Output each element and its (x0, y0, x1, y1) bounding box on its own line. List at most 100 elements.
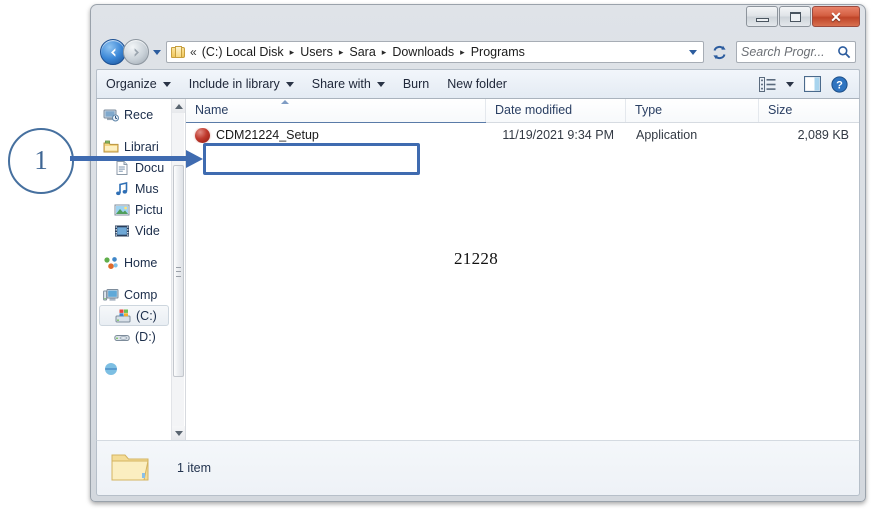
chevron-down-icon (376, 81, 385, 87)
breadcrumb-item-3[interactable]: Downloads (390, 45, 456, 59)
pictures-icon (114, 202, 130, 218)
file-date-cell: 11/19/2021 9:34 PM (502, 128, 614, 142)
toolbar-include-in-library-button[interactable]: Include in library (180, 74, 303, 94)
breadcrumb-item-4[interactable]: Programs (469, 45, 527, 59)
column-header-label: Type (635, 103, 663, 117)
music-icon (114, 181, 130, 197)
column-headers: Name Date modified Type Size (186, 99, 859, 123)
sidebar-item-videos[interactable]: Vide (97, 220, 171, 241)
breadcrumb-separator-icon: ▸ (460, 46, 465, 57)
column-header-date-modified[interactable]: Date modified (486, 99, 626, 122)
search-input[interactable]: Search Progr... (736, 41, 856, 63)
chevron-down-icon (285, 81, 294, 87)
toolbar-organize-button[interactable]: Organize (97, 74, 180, 94)
close-button[interactable]: ✕ (812, 6, 860, 27)
breadcrumb-separator-icon: ▸ (289, 46, 295, 57)
sidebar-item-pictures[interactable]: Pictu (97, 199, 171, 220)
sidebar-item-local-disk-c[interactable]: (C:) (99, 305, 169, 326)
column-header-label: Name (195, 103, 229, 117)
address-bar[interactable]: « (C:) Local Disk ▸ Users ▸ Sara ▸ Downl… (166, 41, 704, 63)
search-icon (838, 46, 851, 59)
annotation-arrow (70, 150, 203, 168)
scrollbar-grip-icon (176, 267, 181, 277)
column-header-size[interactable]: Size (759, 99, 859, 122)
toolbar-item-label: Include in library (188, 77, 280, 91)
whiteout-patch (480, 183, 528, 207)
file-name-label: CDM21224_Setup (216, 128, 319, 142)
scrollbar-thumb[interactable] (173, 165, 184, 377)
sidebar-item-label: Rece (124, 107, 154, 122)
maximize-button[interactable] (779, 6, 811, 27)
title-bar[interactable]: ✕ (96, 5, 860, 35)
folder-icon (109, 449, 151, 485)
folder-icon (171, 45, 186, 59)
status-text: 1 item (177, 461, 212, 475)
recent-places-icon (103, 107, 119, 123)
toolbar-share-with-button[interactable]: Share with (303, 74, 394, 94)
sidebar-item-label: Vide (135, 223, 160, 238)
chevron-up-icon (174, 103, 183, 109)
search-placeholder: Search Progr... (741, 45, 825, 59)
dvd-drive-icon (114, 329, 130, 345)
address-dropdown-button[interactable] (685, 42, 701, 62)
forward-button[interactable] (123, 39, 149, 65)
column-header-label: Date modified (495, 103, 573, 117)
toolbar: Organize Include in library Share with B… (96, 69, 860, 99)
change-view-button[interactable] (756, 75, 779, 94)
stray-number-text: 21228 (454, 249, 498, 268)
videos-icon (114, 223, 130, 239)
scroll-up-button[interactable] (172, 99, 185, 113)
breadcrumb-overflow-icon[interactable]: « (189, 45, 200, 59)
navigation-list: Rece Librari Docu Mus Pictu Vide Home Co… (97, 99, 171, 379)
breadcrumb: « (C:) Local Disk ▸ Users ▸ Sara ▸ Downl… (189, 45, 685, 59)
sidebar-item-label: Pictu (135, 202, 163, 217)
chevron-down-icon (786, 81, 794, 87)
sidebar-item-homegroup[interactable]: Home (97, 252, 171, 273)
chevron-down-icon (174, 430, 183, 436)
refresh-button[interactable] (707, 40, 731, 64)
toolbar-item-label: Share with (311, 77, 371, 91)
file-size-cell: 2,089 KB (797, 128, 849, 142)
change-view-dropdown[interactable] (783, 80, 797, 89)
sidebar-item-computer[interactable]: Comp (97, 284, 171, 305)
refresh-icon (712, 45, 726, 59)
arrow-left-icon (110, 47, 115, 57)
close-icon: ✕ (830, 8, 842, 25)
explorer-window: ✕ « (C:) Local Disk ▸ Users ▸ Sara ▸ Dow… (90, 4, 866, 502)
sidebar-item-label: Mus (135, 181, 159, 196)
maximize-icon (789, 11, 801, 22)
breadcrumb-item-0[interactable]: (C:) Local Disk (200, 45, 286, 59)
file-name-cell[interactable]: CDM21224_Setup (186, 127, 486, 143)
scroll-down-button[interactable] (172, 426, 185, 440)
minimize-icon (755, 17, 769, 22)
sidebar-item-network[interactable] (97, 358, 171, 379)
file-type-cell: Application (636, 128, 698, 142)
toolbar-right-group: ? (756, 74, 859, 95)
column-header-type[interactable]: Type (626, 99, 759, 122)
breadcrumb-item-2[interactable]: Sara (347, 45, 377, 59)
sidebar-item-label: Home (124, 255, 158, 270)
sort-ascending-icon (281, 100, 289, 104)
sidebar-item-label: Comp (124, 287, 158, 302)
window-controls: ✕ (746, 6, 860, 27)
status-bar: 1 item (96, 440, 860, 496)
toolbar-new-folder-button[interactable]: New folder (438, 74, 516, 94)
sidebar-item-recent-places[interactable]: Rece (97, 104, 171, 125)
toolbar-burn-button[interactable]: Burn (394, 74, 438, 94)
address-row: « (C:) Local Disk ▸ Users ▸ Sara ▸ Downl… (96, 35, 860, 69)
help-button[interactable]: ? (828, 74, 851, 95)
sidebar-item-dvd-drive-d[interactable]: (D:) (97, 326, 171, 347)
minimize-button[interactable] (746, 6, 778, 27)
local-disk-icon (115, 308, 131, 324)
column-header-name[interactable]: Name (186, 99, 486, 122)
computer-icon (103, 287, 119, 303)
recent-pages-dropdown[interactable] (150, 42, 164, 62)
preview-pane-button[interactable] (801, 74, 824, 94)
chevron-down-icon (162, 81, 171, 87)
breadcrumb-item-1[interactable]: Users (298, 45, 335, 59)
sidebar-item-music[interactable]: Mus (97, 178, 171, 199)
